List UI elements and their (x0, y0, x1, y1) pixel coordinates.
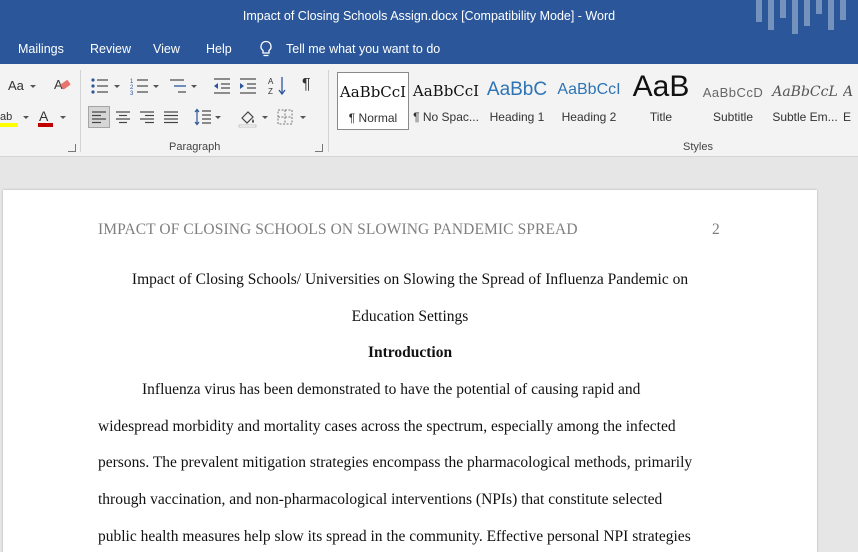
titlebar-pattern-icon (756, 0, 846, 34)
borders-icon[interactable] (277, 109, 293, 125)
style-emphasis[interactable]: A E (843, 72, 858, 130)
style-name: Subtitle (712, 110, 754, 124)
page-number[interactable]: 2 (712, 221, 720, 239)
style-sample: AaBbCcL (772, 84, 838, 100)
decrease-indent-icon[interactable] (212, 77, 232, 95)
style-sample: AaBbC (486, 79, 548, 100)
tab-view[interactable]: View (153, 42, 180, 56)
style-sample: A (843, 84, 854, 100)
style-no-spacing[interactable]: AaBbCcI ¶ No Spac... (411, 72, 481, 130)
running-head[interactable]: IMPACT OF CLOSING SCHOOLS ON SLOWING PAN… (98, 221, 578, 239)
tab-review[interactable]: Review (90, 42, 131, 56)
body-line[interactable]: persons. The prevalent mitigation strate… (98, 454, 692, 472)
document-canvas[interactable]: IMPACT OF CLOSING SCHOOLS ON SLOWING PAN… (0, 157, 858, 552)
style-name: Heading 1 (489, 110, 545, 124)
chevron-down-icon (262, 116, 268, 119)
styles-group-label: Styles (683, 141, 713, 153)
increase-indent-icon[interactable] (238, 77, 258, 95)
tell-me-search[interactable]: Tell me what you want to do (286, 42, 440, 56)
justify-icon[interactable] (163, 110, 179, 124)
style-name: E (843, 110, 852, 124)
style-subtitle[interactable]: AaBbCcD Subtitle (699, 72, 767, 130)
align-right-icon[interactable] (139, 110, 155, 124)
style-name: ¶ Normal (348, 111, 398, 125)
svg-text:A: A (268, 77, 274, 86)
align-left-icon (92, 111, 106, 124)
style-sample: AaBbCcI (339, 83, 407, 101)
sort-icon[interactable]: A Z (268, 75, 288, 97)
chevron-down-icon (191, 85, 197, 88)
styles-gallery: AaBbCcI ¶ Normal AaBbCcI ¶ No Spac... Aa… (335, 70, 858, 134)
shading-icon[interactable] (238, 108, 258, 128)
group-divider (80, 70, 81, 152)
style-name: ¶ No Spac... (413, 110, 479, 124)
ribbon: Aa A ab A 1 2 3 A Z ¶ Paragraph AaBbCcI … (0, 64, 858, 157)
style-name: Subtle Em... (772, 110, 838, 124)
bullets-icon[interactable] (90, 77, 110, 95)
svg-text:Z: Z (268, 87, 273, 96)
style-normal[interactable]: AaBbCcI ¶ Normal (337, 72, 409, 130)
body-line[interactable]: widespread morbidity and mortality cases… (98, 418, 676, 436)
group-divider (328, 70, 329, 152)
chevron-down-icon (114, 85, 120, 88)
body-line[interactable]: public health measures help slow its spr… (98, 528, 691, 546)
style-sample: AaBbCcI (557, 81, 621, 98)
lightbulb-icon[interactable] (258, 40, 274, 58)
tab-help[interactable]: Help (206, 42, 232, 56)
style-sample: AaBbCcD (702, 85, 764, 100)
multilevel-list-icon[interactable] (168, 77, 188, 95)
align-center-icon[interactable] (115, 110, 131, 124)
chevron-down-icon (23, 116, 29, 119)
paragraph-group-label: Paragraph (169, 141, 221, 153)
chevron-down-icon (300, 116, 306, 119)
svg-text:3: 3 (130, 91, 134, 95)
ribbon-tabs: Mailings Review View Help Tell me what y… (0, 34, 858, 64)
font-dialog-launcher[interactable] (68, 144, 76, 152)
chevron-down-icon (153, 85, 159, 88)
style-heading-1[interactable]: AaBbC Heading 1 (483, 72, 551, 130)
chevron-down-icon (60, 116, 66, 119)
highlight-color-icon[interactable]: ab (0, 108, 22, 128)
title-line-1[interactable]: Impact of Closing Schools/ Universities … (98, 271, 722, 289)
tab-mailings[interactable]: Mailings (18, 42, 64, 56)
chevron-down-icon (215, 116, 221, 119)
font-color-icon[interactable]: A (36, 108, 56, 128)
style-subtle-emphasis[interactable]: AaBbCcL Subtle Em... (771, 72, 839, 130)
clear-formatting-icon[interactable]: A (52, 75, 72, 95)
body-line[interactable]: Influenza virus has been demonstrated to… (142, 381, 640, 399)
style-name: Heading 2 (561, 110, 617, 124)
window-title: Impact of Closing Schools Assign.docx [C… (242, 9, 616, 23)
line-spacing-icon[interactable] (194, 108, 212, 126)
paragraph-dialog-launcher[interactable] (315, 144, 323, 152)
title-bar: Impact of Closing Schools Assign.docx [C… (0, 0, 858, 34)
document-page[interactable]: IMPACT OF CLOSING SCHOOLS ON SLOWING PAN… (3, 190, 817, 552)
numbering-icon[interactable]: 1 2 3 (130, 77, 150, 95)
style-title[interactable]: AaB Title (627, 70, 695, 130)
section-heading[interactable]: Introduction (98, 344, 722, 362)
chevron-down-icon (30, 85, 36, 88)
change-case-button[interactable]: Aa (8, 78, 24, 93)
style-sample: AaBbCcI (412, 82, 480, 100)
body-line[interactable]: through vaccination, and non-pharmacolog… (98, 491, 662, 509)
style-sample: AaB (632, 70, 690, 103)
title-line-2[interactable]: Education Settings (98, 308, 722, 326)
style-name: Title (649, 110, 673, 124)
style-heading-2[interactable]: AaBbCcI Heading 2 (556, 72, 622, 130)
svg-text:A: A (39, 108, 49, 124)
show-formatting-marks-icon[interactable]: ¶ (302, 76, 311, 94)
svg-text:ab: ab (0, 111, 12, 123)
